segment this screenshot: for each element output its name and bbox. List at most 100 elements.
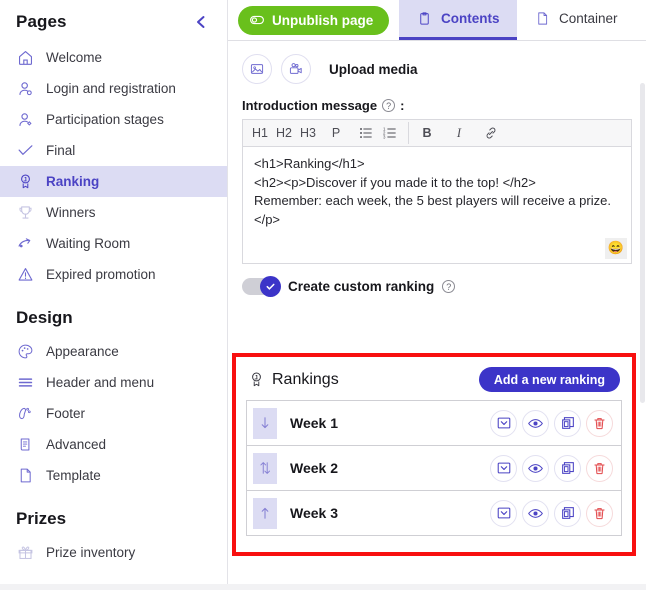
arrow-up-down-icon[interactable] (253, 452, 277, 484)
chevron-left-icon[interactable] (191, 12, 211, 32)
help-circle-icon[interactable]: ? (382, 99, 396, 112)
introduction-message-colon: : (400, 98, 405, 113)
intro-line-3: Remember: each week, the 5 best players … (254, 193, 611, 227)
trash-icon (592, 506, 607, 521)
heading-3-button[interactable]: H3 (297, 122, 319, 144)
sidebar-section-design: Design (16, 308, 73, 327)
check-icon (16, 141, 35, 160)
emoji-smile-icon[interactable]: 😄 (605, 238, 627, 259)
publish-toggle-icon (249, 12, 265, 28)
app-root: Pages Welcome Login and registration Par… (0, 0, 646, 590)
unpublish-page-button[interactable]: Unpublish page (238, 5, 390, 35)
collapse-button[interactable] (490, 499, 517, 527)
sidebar-group-design: Appearance Header and menu Footer Advanc… (0, 336, 227, 491)
sidebar-group-pages: Welcome Login and registration Participa… (0, 42, 227, 290)
top-tabbar: Unpublish page Contents Container (228, 0, 646, 41)
help-circle-icon[interactable]: ? (442, 280, 456, 293)
tab-container-label: Container (558, 11, 618, 26)
tab-contents[interactable]: Contents (399, 0, 518, 40)
ranking-row-actions (490, 499, 621, 527)
introduction-message-label-row: Introduction message ? : (228, 96, 646, 119)
duplicate-button[interactable] (554, 499, 581, 527)
sidebar-item-label: Advanced (46, 437, 107, 452)
sidebar-item-welcome[interactable]: Welcome (0, 42, 227, 73)
sidebar-item-footer[interactable]: Footer (0, 398, 227, 429)
paragraph-button[interactable]: P (325, 122, 347, 144)
ranking-row-actions (490, 409, 621, 437)
medal-icon (16, 172, 35, 191)
numbered-list-button[interactable]: 123 (379, 122, 401, 144)
preview-button[interactable] (522, 454, 549, 482)
sidebar-item-header-and-menu[interactable]: Header and menu (0, 367, 227, 398)
sidebar-item-winners[interactable]: Winners (0, 197, 227, 228)
chevron-down-box-icon (496, 505, 512, 521)
sidebar-item-prize-inventory[interactable]: Prize inventory (0, 537, 227, 568)
main-scrollbar[interactable] (640, 83, 645, 403)
introduction-message-textarea[interactable]: <h1>Ranking</h1> <h2><p>Discover if you … (243, 147, 631, 263)
ranking-name: Week 2 (290, 460, 338, 476)
delete-button[interactable] (586, 409, 613, 437)
add-a-new-ranking-button[interactable]: Add a new ranking (478, 367, 620, 392)
sidebar-item-label: Footer (46, 406, 86, 421)
bulleted-list-button[interactable] (355, 122, 377, 144)
heading-2-button[interactable]: H2 (273, 122, 295, 144)
tab-container[interactable]: Container (517, 0, 635, 40)
trash-icon (592, 416, 607, 431)
collapse-button[interactable] (490, 454, 517, 482)
sidebar-item-appearance[interactable]: Appearance (0, 336, 227, 367)
collapse-button[interactable] (490, 409, 517, 437)
eye-icon (527, 415, 544, 432)
arrow-down-icon[interactable] (253, 407, 277, 439)
preview-button[interactable] (522, 499, 549, 527)
duplicate-button[interactable] (554, 454, 581, 482)
sidebar-scrollbar[interactable] (222, 0, 226, 590)
create-custom-ranking-row: Create custom ranking ? (228, 264, 646, 297)
sidebar-header: Pages (0, 0, 227, 42)
gift-icon (16, 543, 35, 562)
medal-icon (248, 371, 265, 388)
sidebar-item-template[interactable]: Template (0, 460, 227, 491)
unpublish-page-label: Unpublish page (272, 12, 374, 28)
arrow-up-icon[interactable] (253, 497, 277, 529)
link-button[interactable] (480, 122, 502, 144)
duplicate-icon (560, 460, 576, 476)
trash-icon (592, 461, 607, 476)
sidebar-item-waiting-room[interactable]: Waiting Room (0, 228, 227, 259)
contents-panel: Upload media Introduction message ? : H1… (228, 41, 646, 590)
sidebar-item-expired-promotion[interactable]: Expired promotion (0, 259, 227, 290)
intro-line-2: <h2><p>Discover if you made it to the to… (254, 174, 536, 190)
delete-button[interactable] (586, 499, 613, 527)
chevron-down-box-icon (496, 460, 512, 476)
upload-media-label: Upload media (329, 61, 418, 77)
video-camera-icon[interactable] (281, 54, 311, 84)
ranking-row[interactable]: Week 3 (247, 491, 621, 536)
preview-button[interactable] (522, 409, 549, 437)
sidebar-item-participation-stages[interactable]: Participation stages (0, 104, 227, 135)
ranking-row[interactable]: Week 1 (247, 401, 621, 446)
create-custom-ranking-toggle[interactable] (242, 276, 281, 297)
image-icon[interactable] (242, 54, 272, 84)
italic-button[interactable]: I (448, 122, 470, 144)
bottom-strip (0, 584, 646, 590)
sidebar-item-label: Ranking (46, 174, 100, 189)
upload-media-row: Upload media (228, 41, 646, 96)
rankings-title-wrap: Rankings (248, 371, 339, 389)
sidebar-title: Pages (16, 12, 67, 31)
page-icon (535, 11, 550, 26)
sidebar-group-prizes: Prize inventory (0, 537, 227, 568)
sidebar-item-login-and-registration[interactable]: Login and registration (0, 73, 227, 104)
sidebar-item-advanced[interactable]: Advanced (0, 429, 227, 460)
bold-button[interactable]: B (416, 122, 438, 144)
rankings-title: Rankings (272, 370, 339, 388)
heading-1-button[interactable]: H1 (249, 122, 271, 144)
main-panel: Unpublish page Contents Container Upload… (228, 0, 646, 590)
palette-icon (16, 342, 35, 361)
warning-triangle-icon (16, 265, 35, 284)
ranking-row[interactable]: Week 2 (247, 446, 621, 491)
sidebar-item-final[interactable]: Final (0, 135, 227, 166)
delete-button[interactable] (586, 454, 613, 482)
duplicate-button[interactable] (554, 409, 581, 437)
ranking-row-actions (490, 454, 621, 482)
bulleted-list-icon (359, 126, 373, 140)
sidebar-item-ranking[interactable]: Ranking (0, 166, 227, 197)
